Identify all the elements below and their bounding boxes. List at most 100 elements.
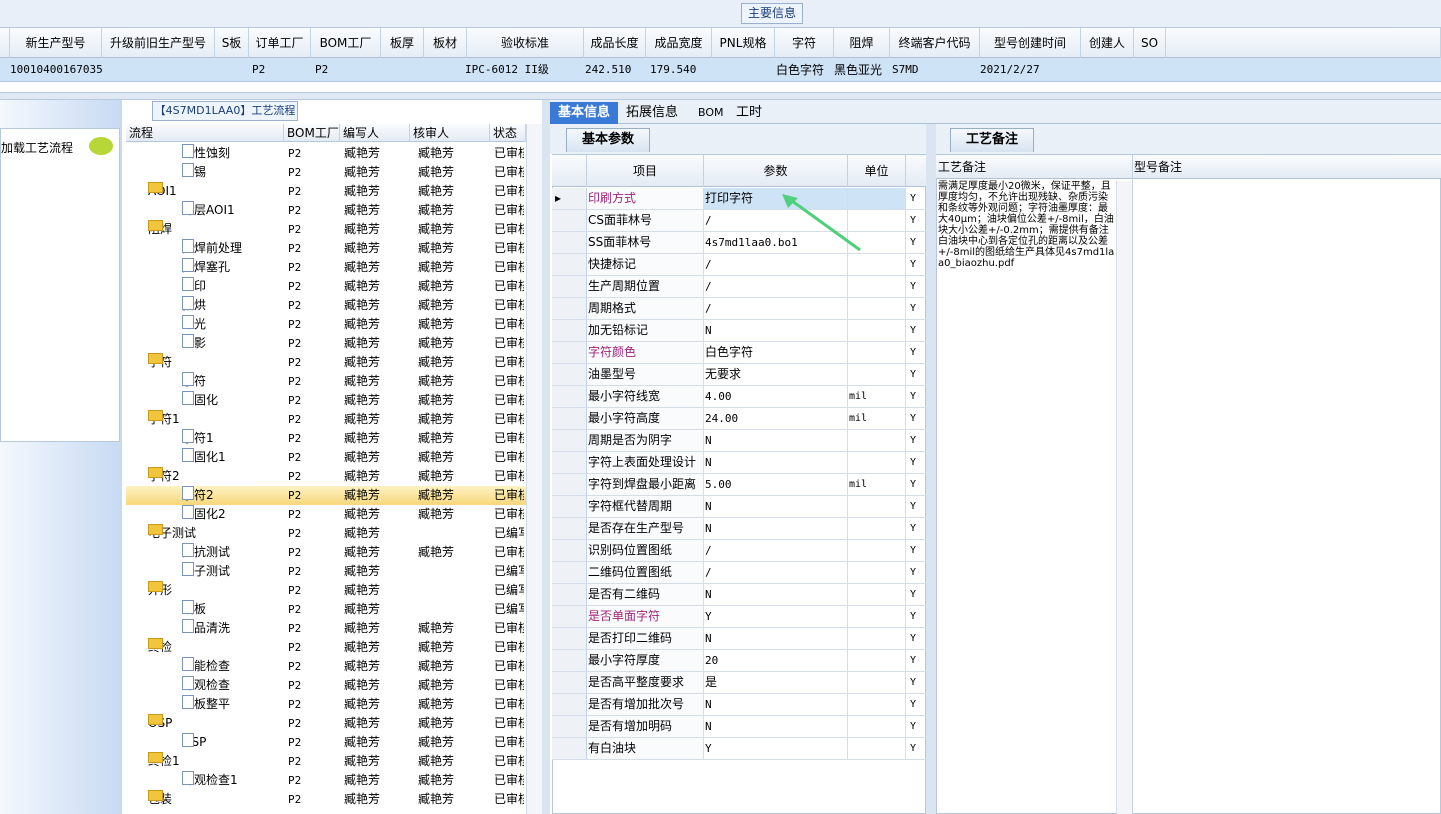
param-row[interactable]: 油墨型号 无要求 Y [552, 364, 926, 386]
param-value[interactable]: N [704, 518, 848, 539]
tree-row[interactable]: −终检1 P2 臧艳芳 臧艳芳 已审核 [126, 752, 526, 771]
tree-row[interactable]: 退锡 P2 臧艳芳 臧艳芳 已审核 [126, 163, 526, 182]
vertical-splitter[interactable] [542, 100, 550, 814]
header-PNL规格[interactable]: PNL规格 [712, 28, 775, 58]
tree-row[interactable]: OSP P2 臧艳芳 臧艳芳 已审核 [126, 733, 526, 752]
header-字符[interactable]: 字符 [775, 28, 834, 58]
tab-基本信息[interactable]: 基本信息 [550, 102, 619, 124]
tree-row[interactable]: −阻焊 P2 臧艳芳 臧艳芳 已审核 [126, 220, 526, 239]
param-value[interactable]: / [704, 254, 848, 275]
param-value[interactable]: Y [704, 738, 848, 759]
header-型号创建时间[interactable]: 型号创建时间 [980, 28, 1081, 58]
tree-row[interactable]: −字符1 P2 臧艳芳 臧艳芳 已审核 [126, 410, 526, 429]
param-row[interactable]: 最小字符线宽 4.00 mil Y [552, 386, 926, 408]
param-row[interactable]: 快捷标记 / Y [552, 254, 926, 276]
param-value[interactable]: 无要求 [704, 364, 848, 385]
param-value[interactable]: N [704, 452, 848, 473]
tree-scrollbar[interactable] [526, 124, 542, 814]
param-row[interactable]: 加无铅标记 N Y [552, 320, 926, 342]
param-row[interactable]: 字符颜色 白色字符 Y [552, 342, 926, 364]
chat-bubble-icon[interactable] [89, 137, 113, 155]
param-row[interactable]: 周期格式 / Y [552, 298, 926, 320]
param-value[interactable]: 4.00 [704, 386, 848, 407]
param-row[interactable]: 生产周期位置 / Y [552, 276, 926, 298]
param-row[interactable]: 是否有二维码 N Y [552, 584, 926, 606]
tree-row[interactable]: 终固化 P2 臧艳芳 臧艳芳 已审核 [126, 391, 526, 410]
header-终端客户代码[interactable]: 终端客户代码 [890, 28, 980, 58]
tab-process-notes[interactable]: 工艺备注 [950, 128, 1034, 152]
tree-row[interactable]: −包装 P2 臧艳芳 臧艳芳 已审核 [126, 790, 526, 809]
param-row[interactable]: CS面菲林号 / Y [552, 210, 926, 232]
tree-row[interactable]: 曝光 P2 臧艳芳 臧艳芳 已审核 [126, 315, 526, 334]
param-row[interactable]: 有白油块 Y Y [552, 738, 926, 760]
tree-row[interactable]: 阻焊前处理 P2 臧艳芳 臧艳芳 已审核 [126, 239, 526, 258]
tree-row[interactable]: −AOI1 P2 臧艳芳 臧艳芳 已审核 [126, 182, 526, 201]
tree-row[interactable]: 外层AOI1 P2 臧艳芳 臧艳芳 已审核 [126, 201, 526, 220]
tree-header-编写人[interactable]: 编写人 [340, 124, 410, 142]
param-row[interactable]: 是否单面字符 Y Y [552, 606, 926, 628]
header-成品宽度[interactable]: 成品宽度 [646, 28, 712, 58]
tree-header-核审人[interactable]: 核审人 [410, 124, 490, 142]
note-scrollbar[interactable] [1116, 181, 1132, 814]
tree-row[interactable]: 烘板整平 P2 臧艳芳 臧艳芳 已审核 [126, 695, 526, 714]
param-row[interactable]: 字符到焊盘最小距离 5.00 mil Y [552, 474, 926, 496]
tree-header-流程[interactable]: 流程 [126, 124, 284, 142]
tree-row[interactable]: 碱性蚀刻 P2 臧艳芳 臧艳芳 已审核 [126, 144, 526, 163]
tree-row[interactable]: 阻抗测试 P2 臧艳芳 臧艳芳 已审核 [126, 543, 526, 562]
tree-row[interactable]: −电子测试 P2 臧艳芳 已编写 [126, 524, 526, 543]
param-row[interactable]: 是否存在生产型号 N Y [552, 518, 926, 540]
tree-header-BOM工厂[interactable]: BOM工厂 [284, 124, 340, 142]
header-验收标准[interactable]: 验收标准 [467, 28, 584, 58]
param-value[interactable]: N [704, 628, 848, 649]
tree-row[interactable]: −终检 P2 臧艳芳 臧艳芳 已审核 [126, 638, 526, 657]
tree-row[interactable]: 电子测试 P2 臧艳芳 已编写 [126, 562, 526, 581]
param-row[interactable]: 是否高平整度要求是 Y [552, 672, 926, 694]
param-value[interactable]: Y [704, 606, 848, 627]
param-row[interactable]: 周期是否为阴字 N Y [552, 430, 926, 452]
tree-row[interactable]: 成品清洗 P2 臧艳芳 臧艳芳 已审核 [126, 619, 526, 638]
param-value[interactable]: 20 [704, 650, 848, 671]
tab-basic-params[interactable]: 基本参数 [566, 128, 650, 152]
tree-row[interactable]: 功能检查 P2 臧艳芳 臧艳芳 已审核 [126, 657, 526, 676]
tree-header-状态[interactable]: 状态 [490, 124, 526, 142]
param-row[interactable]: 二维码位置图纸 / Y [552, 562, 926, 584]
param-value[interactable]: / [704, 298, 848, 319]
header-订单工厂[interactable]: 订单工厂 [249, 28, 311, 58]
load-flow-label[interactable]: 加载工艺流程 [1, 139, 73, 156]
param-value[interactable]: / [704, 562, 848, 583]
param-value[interactable]: N [704, 320, 848, 341]
param-value[interactable]: N [704, 430, 848, 451]
flow-title-tab[interactable]: 【4S7MD1LAA0】工艺流程 [152, 101, 298, 121]
param-value[interactable]: N [704, 496, 848, 517]
param-row[interactable]: 是否打印二维码 N Y [552, 628, 926, 650]
param-value[interactable]: / [704, 540, 848, 561]
flow-tree[interactable]: 碱性蚀刻P2臧艳芳臧艳芳已审核退锡P2臧艳芳臧艳芳已审核−AOI1P2臧艳芳臧艳… [126, 144, 526, 814]
param-value[interactable]: 是 [704, 672, 848, 693]
tab-拓展信息[interactable]: 拓展信息 [618, 102, 686, 124]
tree-row[interactable]: −字符2 P2 臧艳芳 臧艳芳 已审核 [126, 467, 526, 486]
splitter-bar[interactable] [0, 92, 1441, 100]
tree-row[interactable]: 字符2 P2 臧艳芳 臧艳芳 已审核 [126, 486, 526, 505]
param-value[interactable]: 5.00 [704, 474, 848, 495]
tree-row[interactable]: 显影 P2 臧艳芳 臧艳芳 已审核 [126, 334, 526, 353]
header-BOM工厂[interactable]: BOM工厂 [311, 28, 381, 58]
tab-BOM[interactable]: BOM [690, 102, 732, 124]
param-value[interactable]: 24.00 [704, 408, 848, 429]
param-value[interactable]: 白色字符 [704, 342, 848, 363]
header-成品长度[interactable]: 成品长度 [584, 28, 646, 58]
param-value[interactable]: N [704, 694, 848, 715]
header-创建人[interactable]: 创建人 [1081, 28, 1134, 58]
tree-row[interactable]: −字符 P2 臧艳芳 臧艳芳 已审核 [126, 353, 526, 372]
header-新生产型号[interactable]: 新生产型号 [10, 28, 102, 58]
right-splitter[interactable] [926, 124, 936, 814]
tree-row[interactable]: 终固化1 P2 臧艳芳 臧艳芳 已审核 [126, 448, 526, 467]
header-S板[interactable]: S板 [215, 28, 249, 58]
tree-row[interactable]: 外观检查1 P2 臧艳芳 臧艳芳 已审核 [126, 771, 526, 790]
tab-工时[interactable]: 工时 [728, 102, 770, 124]
tree-row[interactable]: 外观检查 P2 臧艳芳 臧艳芳 已审核 [126, 676, 526, 695]
param-value[interactable]: N [704, 716, 848, 737]
main-info-tab[interactable]: 主要信息 [741, 3, 803, 24]
param-value[interactable]: N [704, 584, 848, 605]
param-value[interactable]: / [704, 276, 848, 297]
header-板材[interactable]: 板材 [424, 28, 467, 58]
